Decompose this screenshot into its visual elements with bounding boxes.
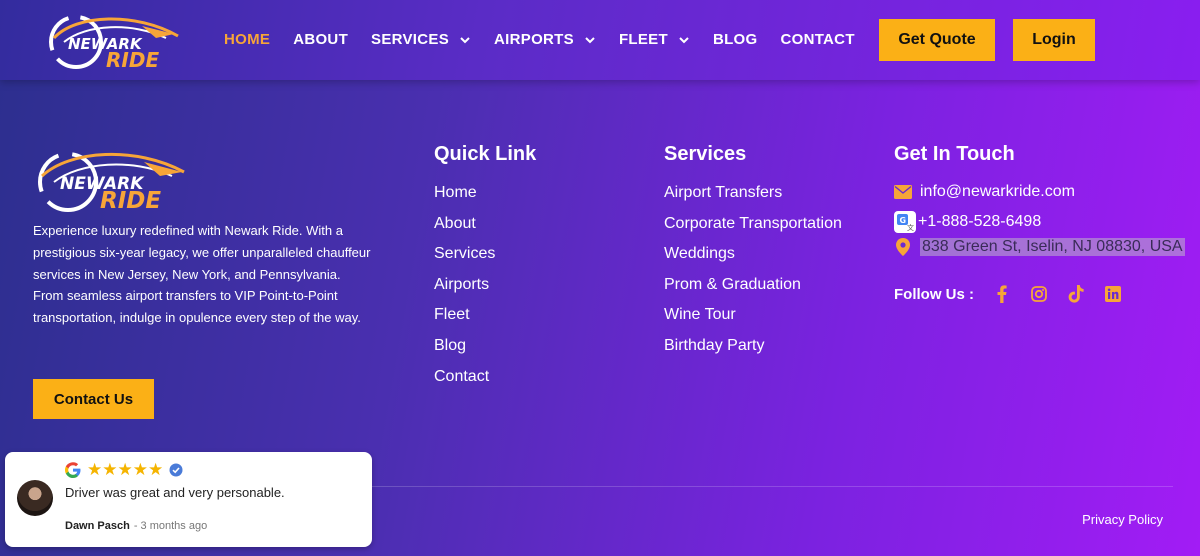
chevron-down-icon xyxy=(585,36,595,43)
nav-about[interactable]: ABOUT xyxy=(293,31,348,48)
review-text: Driver was great and very personable. xyxy=(65,485,285,500)
review-rating: ★ ★ ★ ★ ★ xyxy=(65,460,183,480)
get-in-touch-title: Get In Touch xyxy=(894,143,1015,165)
quick-link-contact[interactable]: Contact xyxy=(434,367,495,398)
contact-email-text: info@newarkride.com xyxy=(920,183,1075,200)
nav-airports-label: AIRPORTS xyxy=(494,31,574,48)
service-link-corporate[interactable]: Corporate Transportation xyxy=(664,214,842,245)
header-logo[interactable]: NEWARK RIDE xyxy=(46,8,182,72)
star-icon: ★ xyxy=(87,460,103,480)
nav-blog[interactable]: BLOG xyxy=(713,31,758,48)
quick-link-airports[interactable]: Airports xyxy=(434,275,495,306)
privacy-policy-link[interactable]: Privacy Policy xyxy=(1082,512,1163,527)
contact-email[interactable]: info@newarkride.com xyxy=(894,183,1075,201)
services-title: Services xyxy=(664,143,747,165)
nav-blog-label: BLOG xyxy=(712,31,758,48)
nav-contact[interactable]: CONTACT xyxy=(780,31,854,48)
svg-text:G: G xyxy=(900,216,907,225)
contact-address-text: 838 Green St, Iselin, NJ 08830, USA xyxy=(920,238,1185,256)
chevron-down-icon xyxy=(679,36,689,43)
star-icon: ★ xyxy=(148,460,164,480)
reviewer-name-text: Dawn Pasch xyxy=(65,520,130,532)
nav-services[interactable]: SERVICES xyxy=(371,31,471,48)
site-header: NEWARK RIDE HOME ABOUT SERVICES AIRPORTS… xyxy=(0,0,1200,80)
facebook-icon[interactable] xyxy=(992,284,1012,304)
google-icon xyxy=(65,462,81,478)
quick-link-home[interactable]: Home xyxy=(434,183,495,214)
contact-us-button[interactable]: Contact Us xyxy=(33,379,154,419)
star-icon: ★ xyxy=(117,460,133,480)
mail-icon xyxy=(894,183,912,201)
footer-logo[interactable]: NEWARK RIDE xyxy=(36,142,188,214)
star-icon: ★ xyxy=(132,460,148,480)
follow-us-label: Follow Us : xyxy=(894,285,974,303)
follow-us: Follow Us : xyxy=(894,284,1140,304)
quick-link-fleet[interactable]: Fleet xyxy=(434,305,495,336)
svg-text:文: 文 xyxy=(907,223,914,232)
instagram-icon[interactable] xyxy=(1029,284,1049,304)
quick-link-list: Home About Services Airports Fleet Blog … xyxy=(434,183,495,397)
nav-fleet-label: FLEET xyxy=(618,31,668,48)
nav-fleet[interactable]: FLEET xyxy=(619,31,690,48)
nav-home[interactable]: HOME xyxy=(224,31,270,48)
service-link-prom[interactable]: Prom & Graduation xyxy=(664,275,842,306)
review-widget[interactable]: ★ ★ ★ ★ ★ Driver was great and very pers… xyxy=(5,452,372,547)
translate-icon[interactable]: G文 xyxy=(894,211,916,233)
contact-phone-text: +1-888-528-6498 xyxy=(918,213,1042,230)
quick-link-blog[interactable]: Blog xyxy=(434,336,495,367)
star-icon: ★ xyxy=(102,460,118,480)
services-list: Airport Transfers Corporate Transportati… xyxy=(664,183,842,367)
contact-phone[interactable]: G文 +1-888-528-6498 xyxy=(894,211,1041,233)
nav-services-label: SERVICES xyxy=(371,31,450,48)
chevron-down-icon xyxy=(460,36,470,43)
reviewer-avatar xyxy=(17,480,53,516)
logo-text-ride: RIDE xyxy=(106,48,160,72)
main-nav: HOME ABOUT SERVICES AIRPORTS FLEET BLOG … xyxy=(224,31,878,48)
quick-link-title: Quick Link xyxy=(434,143,537,165)
contact-address[interactable]: 838 Green St, Iselin, NJ 08830, USA xyxy=(894,238,1185,256)
quick-link-about[interactable]: About xyxy=(434,214,495,245)
reviewer-name: Dawn Pasch - 3 months ago xyxy=(65,520,207,532)
about-description: Experience luxury redefined with Newark … xyxy=(33,223,371,326)
get-quote-button[interactable]: Get Quote xyxy=(879,19,995,61)
quick-link-services[interactable]: Services xyxy=(434,244,495,275)
linkedin-icon[interactable] xyxy=(1103,284,1123,304)
service-link-birthday[interactable]: Birthday Party xyxy=(664,336,842,367)
nav-airports[interactable]: AIRPORTS xyxy=(494,31,596,48)
service-link-weddings[interactable]: Weddings xyxy=(664,244,842,275)
service-link-airport-transfers[interactable]: Airport Transfers xyxy=(664,183,842,214)
verified-badge-icon xyxy=(169,463,183,477)
tiktok-icon[interactable] xyxy=(1066,284,1086,304)
nav-home-label: HOME xyxy=(224,31,271,48)
nav-about-label: ABOUT xyxy=(293,31,349,48)
login-button[interactable]: Login xyxy=(1013,19,1095,61)
logo-text-ride: RIDE xyxy=(100,188,162,214)
review-time: - 3 months ago xyxy=(133,520,208,532)
location-pin-icon xyxy=(894,238,912,256)
nav-contact-label: CONTACT xyxy=(780,31,855,48)
service-link-wine-tour[interactable]: Wine Tour xyxy=(664,305,842,336)
